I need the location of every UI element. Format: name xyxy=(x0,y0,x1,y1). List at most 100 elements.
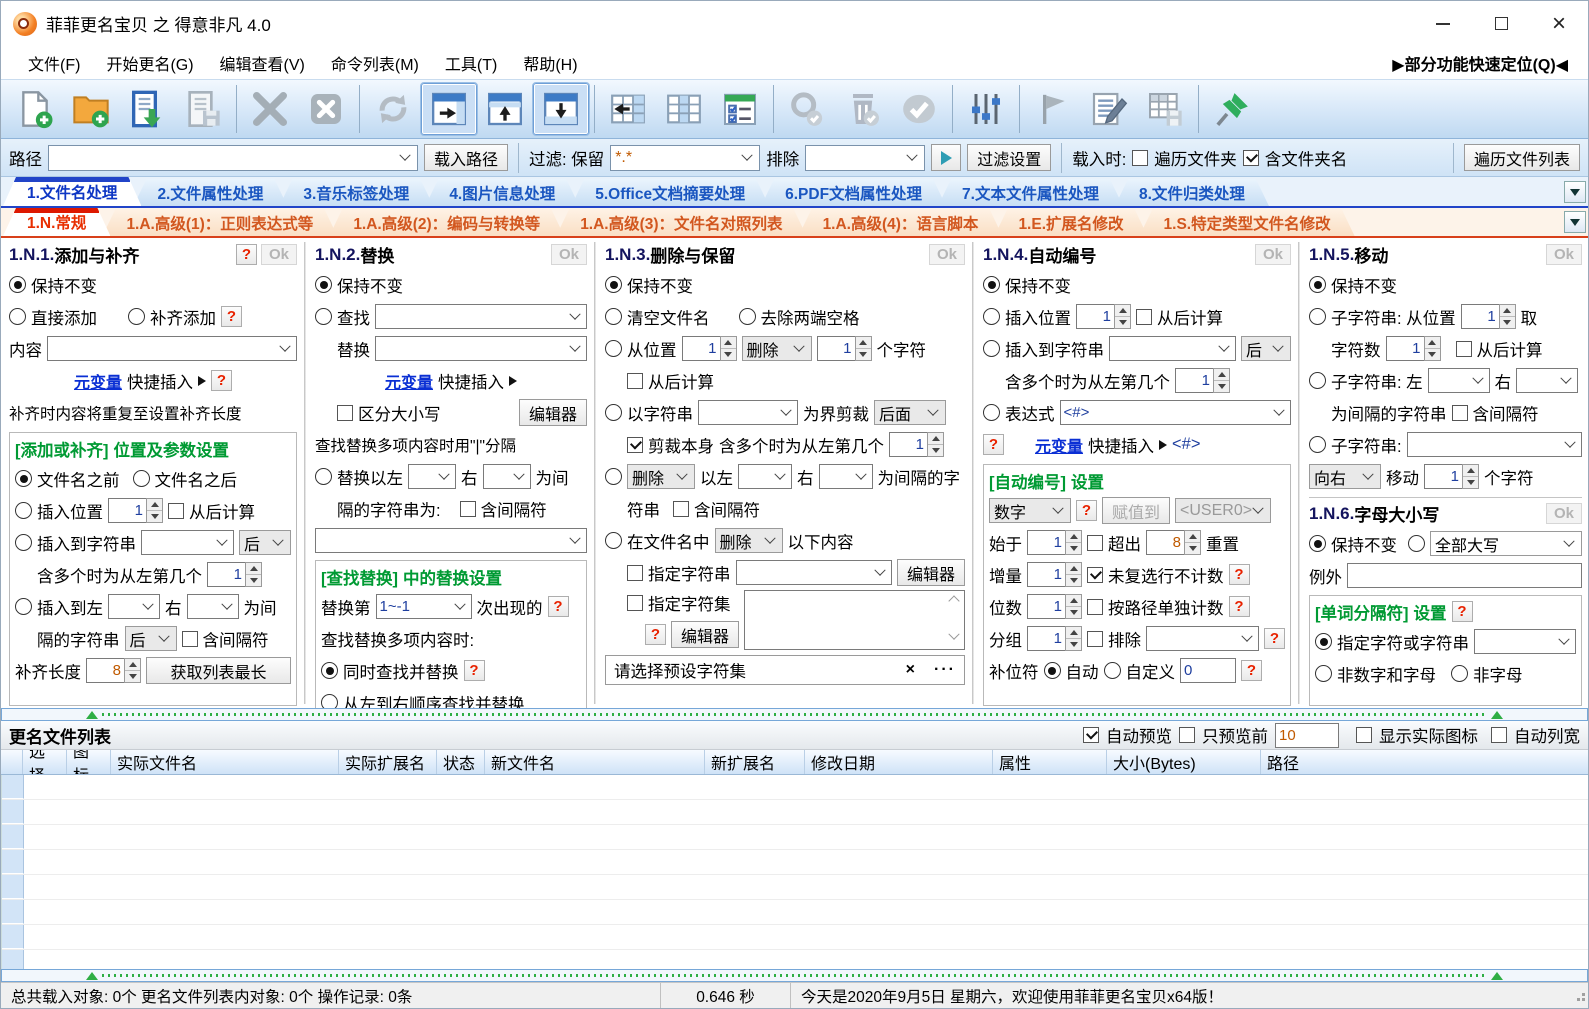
metavar-link[interactable]: 元变量 xyxy=(74,369,122,393)
load-list-icon[interactable] xyxy=(119,83,175,135)
clear-preset-icon[interactable]: × xyxy=(906,661,915,679)
exclude-combobox[interactable] xyxy=(1146,626,1259,651)
after-name-radio[interactable] xyxy=(132,470,150,487)
count-stepper[interactable] xyxy=(816,336,872,361)
search-confirm-icon[interactable] xyxy=(779,83,835,135)
right-sep-combobox[interactable] xyxy=(1516,368,1579,393)
filter-settings-button[interactable]: 过滤设置 xyxy=(967,144,1052,171)
tab-image-info[interactable]: 4.图片信息处理 xyxy=(425,179,579,206)
refresh-icon[interactable] xyxy=(365,83,421,135)
multi-index-stepper[interactable] xyxy=(207,562,262,587)
help-button[interactable]: ? xyxy=(547,596,569,617)
column-actual-ext[interactable]: 实际扩展名 xyxy=(339,750,437,775)
ok-button[interactable]: Ok xyxy=(1545,503,1582,524)
path-combobox[interactable] xyxy=(48,144,418,171)
metavar-link[interactable]: 元变量 xyxy=(385,369,433,393)
ok-button[interactable]: Ok xyxy=(1254,244,1291,265)
before-after-select[interactable]: 后 xyxy=(1241,336,1291,361)
tab-pdf-attr[interactable]: 6.PDF文档属性处理 xyxy=(761,179,946,206)
keep-radio[interactable] xyxy=(1309,276,1326,293)
columns-middle-icon[interactable] xyxy=(656,83,712,135)
checklist-icon[interactable] xyxy=(712,83,768,135)
column-size[interactable]: 大小(Bytes) xyxy=(1107,750,1261,775)
subtab-regex[interactable]: 1.A.高级(1)：正则表达式等 xyxy=(102,209,337,236)
help-button[interactable]: ? xyxy=(1241,660,1262,681)
auto-preview-checkbox[interactable] xyxy=(1083,727,1099,744)
insert-pos-stepper[interactable] xyxy=(108,498,163,523)
expand-arrow-icon[interactable] xyxy=(1159,439,1168,450)
file-table-body[interactable] xyxy=(1,775,1588,969)
include-sep-checkbox[interactable] xyxy=(459,500,476,517)
column-status[interactable]: 状态 xyxy=(437,750,485,775)
ok-button[interactable]: Ok xyxy=(1545,244,1582,265)
editor-button[interactable]: 编辑器 xyxy=(671,621,740,648)
unchecked-rows-checkbox[interactable] xyxy=(1087,566,1103,583)
subtab-compare-list[interactable]: 1.A.高级(3)：文件名对照列表 xyxy=(556,209,806,236)
replace-between-radio[interactable] xyxy=(315,468,332,485)
pad-add-radio[interactable] xyxy=(128,308,145,325)
substring-combobox[interactable] xyxy=(1406,432,1582,457)
case-sensitive-checkbox[interactable] xyxy=(337,404,353,421)
panel-right-icon[interactable] xyxy=(420,82,478,136)
new-file-icon[interactable] xyxy=(7,83,63,135)
menu-edit-view[interactable]: 编辑查看(V) xyxy=(207,47,318,79)
filter-keep-combobox[interactable]: *.* xyxy=(610,144,761,171)
insert-pos-radio[interactable] xyxy=(15,502,32,519)
resize-grip[interactable] xyxy=(1572,988,1588,1004)
non-alnum-radio[interactable] xyxy=(1315,665,1332,682)
insert-string-combobox[interactable] xyxy=(141,530,234,555)
traverse-folder-checkbox[interactable] xyxy=(1132,149,1149,166)
menu-start-rename[interactable]: 开始更名(G) xyxy=(93,47,206,79)
before-name-radio[interactable] xyxy=(15,470,32,487)
position-stepper[interactable] xyxy=(681,336,737,361)
exclude-combobox[interactable] xyxy=(805,144,926,171)
ok-button[interactable]: Ok xyxy=(260,244,297,265)
spec-string-combobox[interactable] xyxy=(735,560,892,585)
expression-combobox[interactable]: <#> xyxy=(1059,400,1291,425)
find-radio[interactable] xyxy=(315,308,332,325)
minimize-button[interactable] xyxy=(1414,1,1472,46)
tab-text-attr[interactable]: 7.文本文件属性处理 xyxy=(938,179,1123,206)
per-path-checkbox[interactable] xyxy=(1087,598,1103,615)
over-checkbox[interactable] xyxy=(1087,534,1103,551)
column-select[interactable]: 选择 xyxy=(23,750,67,775)
subtab-extension[interactable]: 1.E.扩展名修改 xyxy=(994,209,1147,236)
scroll-up-icon[interactable] xyxy=(948,595,960,607)
help-button[interactable]: ? xyxy=(1076,500,1097,521)
apply-filter-button[interactable] xyxy=(931,144,962,171)
exclude-checkbox[interactable] xyxy=(1087,630,1103,647)
clear-list-icon[interactable] xyxy=(298,83,354,135)
tab-office-summary[interactable]: 5.Office文档摘要处理 xyxy=(571,179,769,206)
replace-combobox[interactable] xyxy=(375,336,587,361)
column-actual-name[interactable]: 实际文件名 xyxy=(111,750,339,775)
custom-pad-input[interactable] xyxy=(1180,658,1236,683)
command-edit-icon[interactable] xyxy=(1081,83,1137,135)
tab-music-tag[interactable]: 3.音乐标签处理 xyxy=(279,179,433,206)
bottom-splitter[interactable] xyxy=(1,969,1588,982)
traverse-list-button[interactable]: 遍历文件列表 xyxy=(1463,144,1580,171)
charset-textarea[interactable] xyxy=(744,590,965,650)
flag-locate-icon[interactable] xyxy=(1025,83,1081,135)
tab-classify[interactable]: 8.文件归类处理 xyxy=(1115,179,1269,206)
in-name-delete-radio[interactable] xyxy=(605,532,622,549)
column-modified-date[interactable]: 修改日期 xyxy=(805,750,993,775)
multi-index-stepper[interactable] xyxy=(1175,368,1230,393)
expression-radio[interactable] xyxy=(983,404,1000,421)
number-type-select[interactable]: 数字 xyxy=(989,498,1071,523)
insert-string-combobox[interactable] xyxy=(1109,336,1236,361)
tab-file-attr[interactable]: 2.文件属性处理 xyxy=(133,179,287,206)
left-sep-combobox[interactable] xyxy=(738,464,792,489)
menu-tools[interactable]: 工具(T) xyxy=(432,47,510,79)
char-count-stepper[interactable] xyxy=(1385,336,1441,361)
delete-select2[interactable]: 删除 xyxy=(627,464,695,489)
exception-input[interactable] xyxy=(1347,563,1582,588)
help-button[interactable]: ? xyxy=(983,434,1004,455)
group-stepper[interactable] xyxy=(1027,626,1082,651)
preview-count-input[interactable] xyxy=(1275,722,1339,748)
preview-first-checkbox[interactable] xyxy=(1179,727,1195,744)
before-after-select2[interactable]: 后 xyxy=(124,626,177,651)
menu-file[interactable]: 文件(F) xyxy=(15,47,93,79)
more-presets-icon[interactable]: ··· xyxy=(934,661,956,679)
from-end-checkbox[interactable] xyxy=(168,502,184,519)
help-button[interactable]: ? xyxy=(463,660,485,681)
